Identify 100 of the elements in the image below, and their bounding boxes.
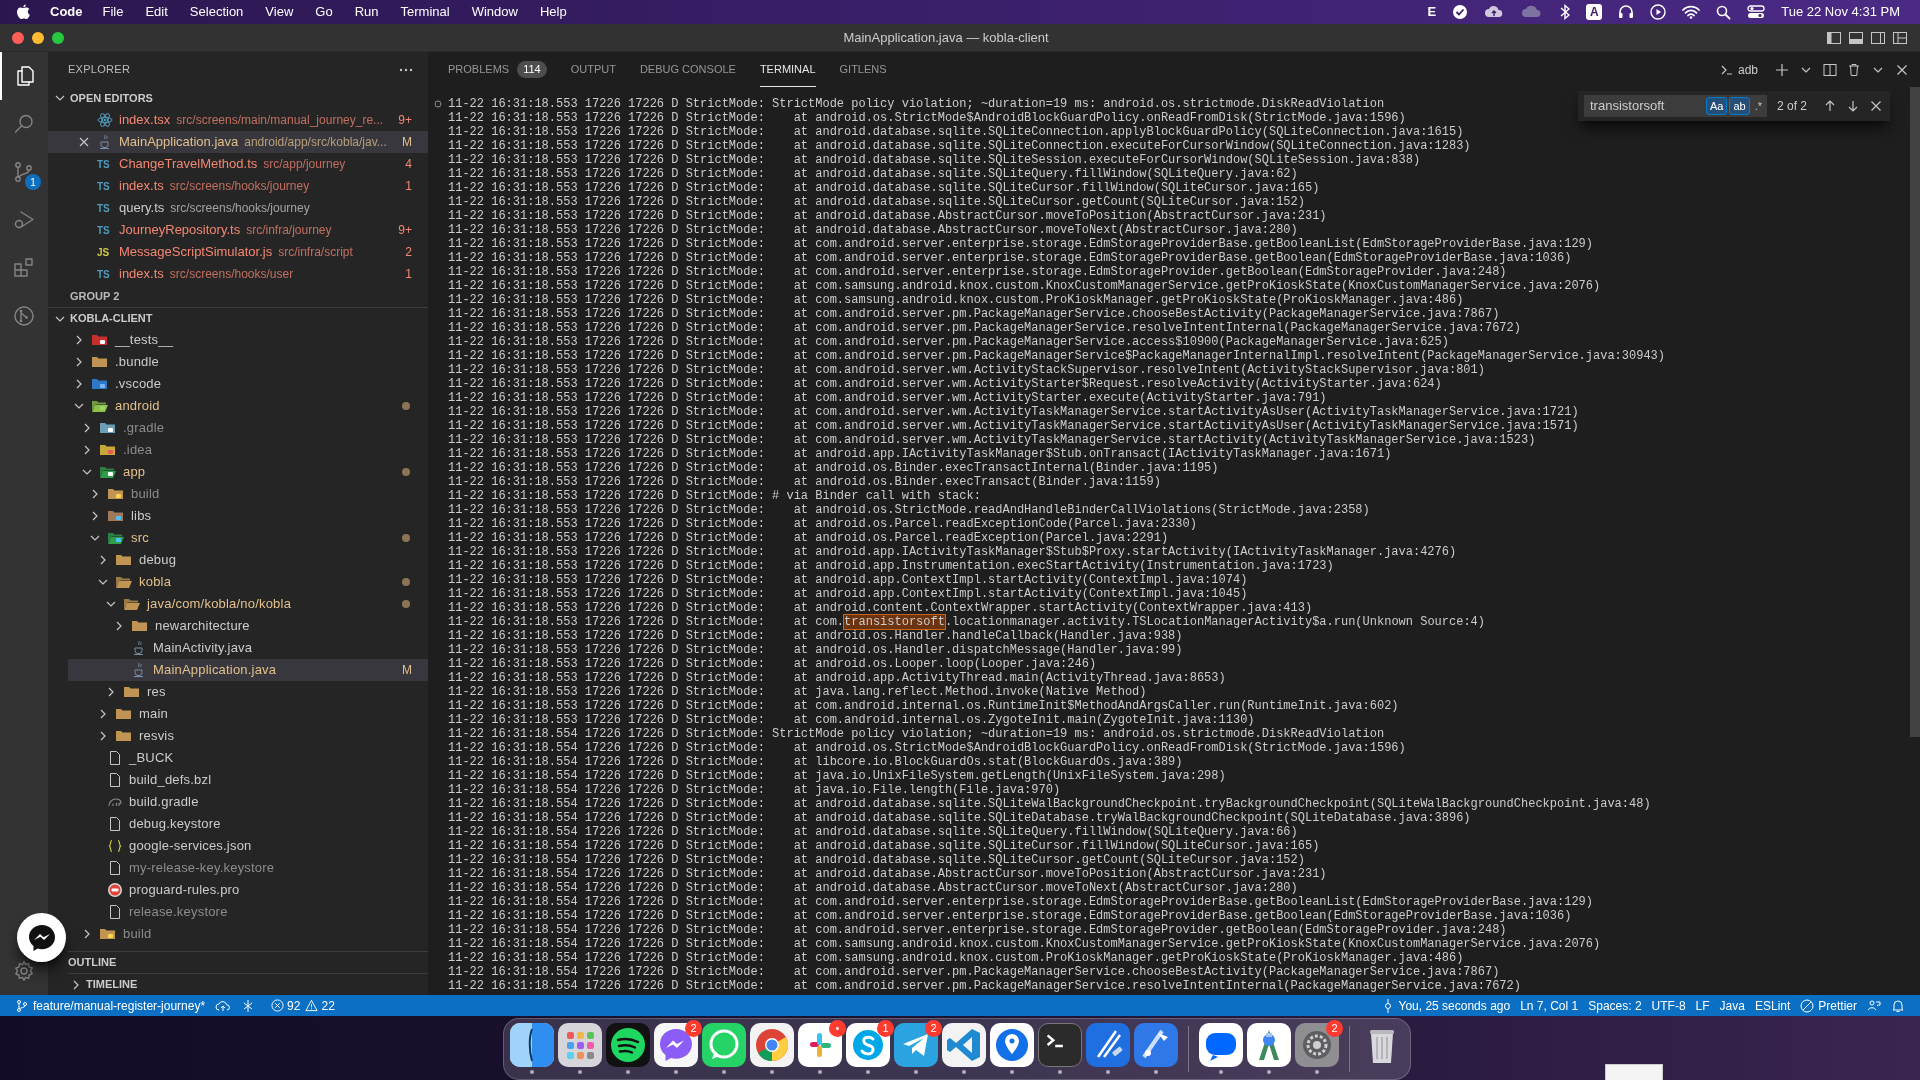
app-icon[interactable] — [1134, 1023, 1178, 1067]
tree-item[interactable]: google-services.json — [68, 835, 428, 857]
app-icon[interactable] — [558, 1023, 602, 1067]
wifi-icon[interactable] — [1682, 5, 1701, 19]
formatter-indicator[interactable]: Prettier — [1795, 995, 1862, 1016]
tree-item[interactable]: MainActivity.java — [68, 637, 428, 659]
control-center-icon[interactable] — [1747, 5, 1766, 19]
tree-item[interactable]: android — [68, 395, 428, 417]
app-icon[interactable] — [1086, 1023, 1130, 1067]
section-header[interactable]: OPEN EDITORS — [48, 87, 428, 109]
sidebar-toggle-icon[interactable] — [1826, 29, 1842, 46]
find-option-toggle[interactable]: ab — [1729, 97, 1750, 115]
close-icon[interactable] — [77, 135, 91, 149]
close-button[interactable] — [12, 31, 24, 44]
tree-item[interactable]: resvis — [68, 725, 428, 747]
problems-indicator[interactable]: 92 22 — [266, 995, 340, 1016]
menu-item[interactable]: Help — [539, 2, 567, 22]
menu-item[interactable]: View — [265, 2, 294, 22]
app-icon[interactable] — [942, 1023, 986, 1067]
open-editor-item[interactable]: MainApplication.java android/app/src/kobla/jav... M — [48, 131, 428, 153]
apple-menu-icon[interactable] — [16, 4, 30, 20]
zoom-button[interactable] — [52, 31, 64, 44]
app-icon[interactable] — [654, 1023, 698, 1067]
status-bar-item[interactable]: Spaces: 2 — [1583, 995, 1647, 1016]
app-icon[interactable] — [1038, 1023, 1082, 1067]
panel-tab[interactable]: PROBLEMS 114 — [448, 52, 547, 87]
open-editor-item[interactable]: JS MessageScriptSimulator.js src/infra/script 2 — [48, 241, 428, 263]
app-icon[interactable] — [990, 1023, 1034, 1067]
app-icon[interactable] — [1199, 1023, 1243, 1067]
menu-item[interactable]: Terminal — [400, 2, 450, 22]
tree-item[interactable]: debug.keystore — [68, 813, 428, 835]
tree-item[interactable]: newarchitecture — [68, 615, 428, 637]
section-header[interactable]: OUTLINE — [68, 951, 428, 973]
tree-item[interactable]: proguard-rules.pro — [68, 879, 428, 901]
open-editor-item[interactable]: TS index.ts src/screens/hooks/journey 1 — [48, 175, 428, 197]
feedback-icon[interactable] — [1867, 998, 1881, 1013]
tree-item[interactable]: build — [68, 923, 428, 945]
section-header[interactable]: KOBLA-CLIENT — [48, 307, 428, 329]
menu-item[interactable]: File — [102, 2, 124, 22]
find-option-toggle[interactable]: .* — [1751, 97, 1765, 115]
tree-item[interactable]: .gradle — [68, 417, 428, 439]
status-bar-item[interactable]: Ln 7, Col 1 — [1515, 995, 1584, 1016]
app-icon[interactable] — [1295, 1023, 1339, 1067]
tree-item[interactable]: .bundle — [68, 351, 428, 373]
app-icon[interactable] — [750, 1023, 794, 1067]
tree-item[interactable]: __tests__ — [68, 329, 428, 351]
open-editor-item[interactable]: TS ChangeTravelMethod.ts src/app/journey 4 — [48, 153, 428, 175]
keyboard-indicator[interactable]: A — [1586, 4, 1603, 20]
open-editor-item[interactable]: TS query.ts src/screens/hooks/journey — [48, 197, 428, 219]
search-icon[interactable] — [1716, 4, 1732, 20]
open-editor-item[interactable]: TS JourneyRepository.ts src/infra/journey 9+ — [48, 219, 428, 241]
find-input[interactable]: transistorsoft Aa ab .* — [1584, 95, 1767, 117]
plus-icon[interactable] — [1774, 61, 1790, 78]
menu-item[interactable]: Selection — [189, 2, 244, 22]
tree-item[interactable]: build — [68, 483, 428, 505]
tree-item[interactable]: res — [68, 681, 428, 703]
tree-item[interactable]: src — [68, 527, 428, 549]
layout-icon[interactable] — [1892, 29, 1908, 46]
tree-item[interactable]: build.gradle — [68, 791, 428, 813]
app-icon[interactable] — [702, 1023, 746, 1067]
open-editor-item[interactable]: TS index.ts src/screens/hooks/user 1 — [48, 263, 428, 285]
menu-item[interactable]: Window — [471, 2, 518, 22]
tree-item[interactable]: debug — [68, 549, 428, 571]
secondary-sidebar-icon[interactable] — [1870, 29, 1886, 46]
tree-item[interactable]: _BUCK — [68, 747, 428, 769]
tree-item[interactable]: .vscode — [68, 373, 428, 395]
panel-tab[interactable]: TERMINAL — [759, 52, 816, 87]
input-indicator[interactable]: E — [1427, 2, 1437, 22]
tree-item[interactable]: java/com/kobla/no/kobla — [68, 593, 428, 615]
trash-icon[interactable] — [1846, 61, 1862, 78]
app-icon[interactable] — [1247, 1023, 1291, 1067]
tree-item[interactable]: app — [68, 461, 428, 483]
tree-item[interactable]: main — [68, 703, 428, 725]
extensions-icon[interactable] — [12, 256, 36, 280]
tree-item[interactable]: MainApplication.java M — [68, 659, 428, 681]
status-bar-item[interactable]: Java — [1714, 995, 1750, 1016]
app-menu[interactable]: Code — [50, 2, 83, 22]
app-icon[interactable] — [606, 1023, 650, 1067]
panel-tab[interactable]: OUTPUT — [570, 52, 616, 87]
bluetooth-icon[interactable] — [1560, 4, 1571, 20]
terminal-selector[interactable]: adb — [1719, 60, 1758, 79]
tree-item[interactable]: my-release-key.keystore — [68, 857, 428, 879]
panel-tab[interactable]: DEBUG CONSOLE — [639, 52, 736, 87]
panel-toggle-icon[interactable] — [1848, 29, 1864, 46]
app-icon[interactable] — [510, 1023, 554, 1067]
app-icon[interactable] — [798, 1023, 842, 1067]
scrollbar-thumb[interactable] — [1910, 87, 1920, 737]
split-icon[interactable] — [1822, 61, 1838, 78]
app-icon[interactable] — [846, 1023, 890, 1067]
status-bar-item[interactable]: LF — [1690, 995, 1715, 1016]
bell-icon[interactable] — [1891, 998, 1905, 1013]
find-option-toggle[interactable]: Aa — [1705, 97, 1728, 115]
menu-item[interactable]: Go — [315, 2, 333, 22]
app-icon[interactable] — [894, 1023, 938, 1067]
cloud-upload-icon[interactable] — [1484, 4, 1505, 20]
tree-item[interactable]: .idea — [68, 439, 428, 461]
open-editor-item[interactable]: index.tsx src/screens/main/manual_journey_re... 9+ — [48, 109, 428, 131]
play-circle-icon[interactable] — [1650, 4, 1667, 20]
tree-item[interactable]: libs — [68, 505, 428, 527]
screenshot-thumbnail[interactable] — [1605, 1064, 1663, 1080]
